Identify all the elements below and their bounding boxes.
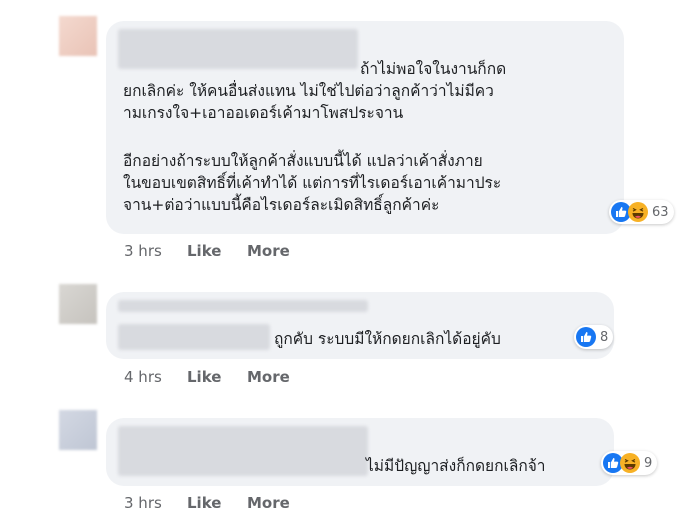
haha-reaction-icon — [620, 453, 640, 473]
more-button[interactable]: More — [247, 494, 290, 512]
comment-text-line: อีกอย่างถ้าระบบให้ลูกค้าสั่งแบบนี้ได้ แป… — [123, 152, 483, 170]
comment-text-line: ถ้าไม่พอใจในงานก็กด — [360, 60, 507, 78]
reaction-summary[interactable]: 63 — [609, 200, 674, 224]
like-button[interactable]: Like — [187, 242, 247, 260]
like-button[interactable]: Like — [187, 494, 247, 512]
comment-timestamp[interactable]: 4 hrs — [124, 368, 187, 386]
avatar[interactable] — [59, 16, 97, 56]
reaction-summary[interactable]: 8 — [574, 325, 614, 349]
reaction-summary[interactable]: 9 — [601, 451, 658, 475]
comment-timestamp[interactable]: 3 hrs — [124, 494, 187, 512]
reaction-count: 9 — [644, 455, 653, 471]
comment-text-line: ยกเลิกค่ะ ให้คนอื่นส่งแทน ไม่ใช่ไปต่อว่า… — [123, 82, 494, 100]
reaction-count: 63 — [652, 204, 669, 220]
comment-bubble: ถูกคับ ระบบมีให้กดยกเลิกได้อยู่คับ — [106, 292, 614, 359]
haha-reaction-icon — [628, 202, 648, 222]
comment-timestamp[interactable]: 3 hrs — [124, 242, 187, 260]
comment-text-line: ามเกรงใจ+เอาออเดอร์เค้ามาโพสประจาน — [123, 104, 404, 122]
like-reaction-icon — [576, 327, 596, 347]
reaction-count: 8 — [600, 329, 609, 345]
avatar[interactable] — [59, 284, 97, 324]
comment-actions: 4 hrs Like More — [124, 368, 290, 386]
comment-actions: 3 hrs Like More — [124, 242, 290, 260]
commenter-name-redacted[interactable] — [118, 29, 358, 69]
commenter-name-redacted[interactable] — [118, 426, 368, 476]
comment-actions: 3 hrs Like More — [124, 494, 290, 512]
commenter-name-redacted[interactable] — [118, 324, 270, 350]
more-button[interactable]: More — [247, 368, 290, 386]
comment-text-line: ในขอบเขตสิทธิ์ที่เค้าทำได้ แต่การที่ไรเด… — [123, 174, 502, 192]
avatar[interactable] — [59, 410, 97, 450]
comment-text-line: ไม่มีปัญญาส่งก็กดยกเลิกจ้า — [366, 457, 546, 475]
like-button[interactable]: Like — [187, 368, 247, 386]
comment-text-line: จาน+ต่อว่าแบบนี้คือไรเดอร์ละเมิดสิทธิ์ลู… — [123, 196, 440, 214]
comment-text-line: ถูกคับ ระบบมีให้กดยกเลิกได้อยู่คับ — [274, 330, 501, 348]
more-button[interactable]: More — [247, 242, 290, 260]
comment-bubble: ไม่มีปัญญาส่งก็กดยกเลิกจ้า — [106, 418, 614, 486]
commenter-name-redacted[interactable] — [118, 300, 368, 312]
comment-bubble: ถ้าไม่พอใจในงานก็กด ยกเลิกค่ะ ให้คนอื่นส… — [106, 21, 624, 234]
